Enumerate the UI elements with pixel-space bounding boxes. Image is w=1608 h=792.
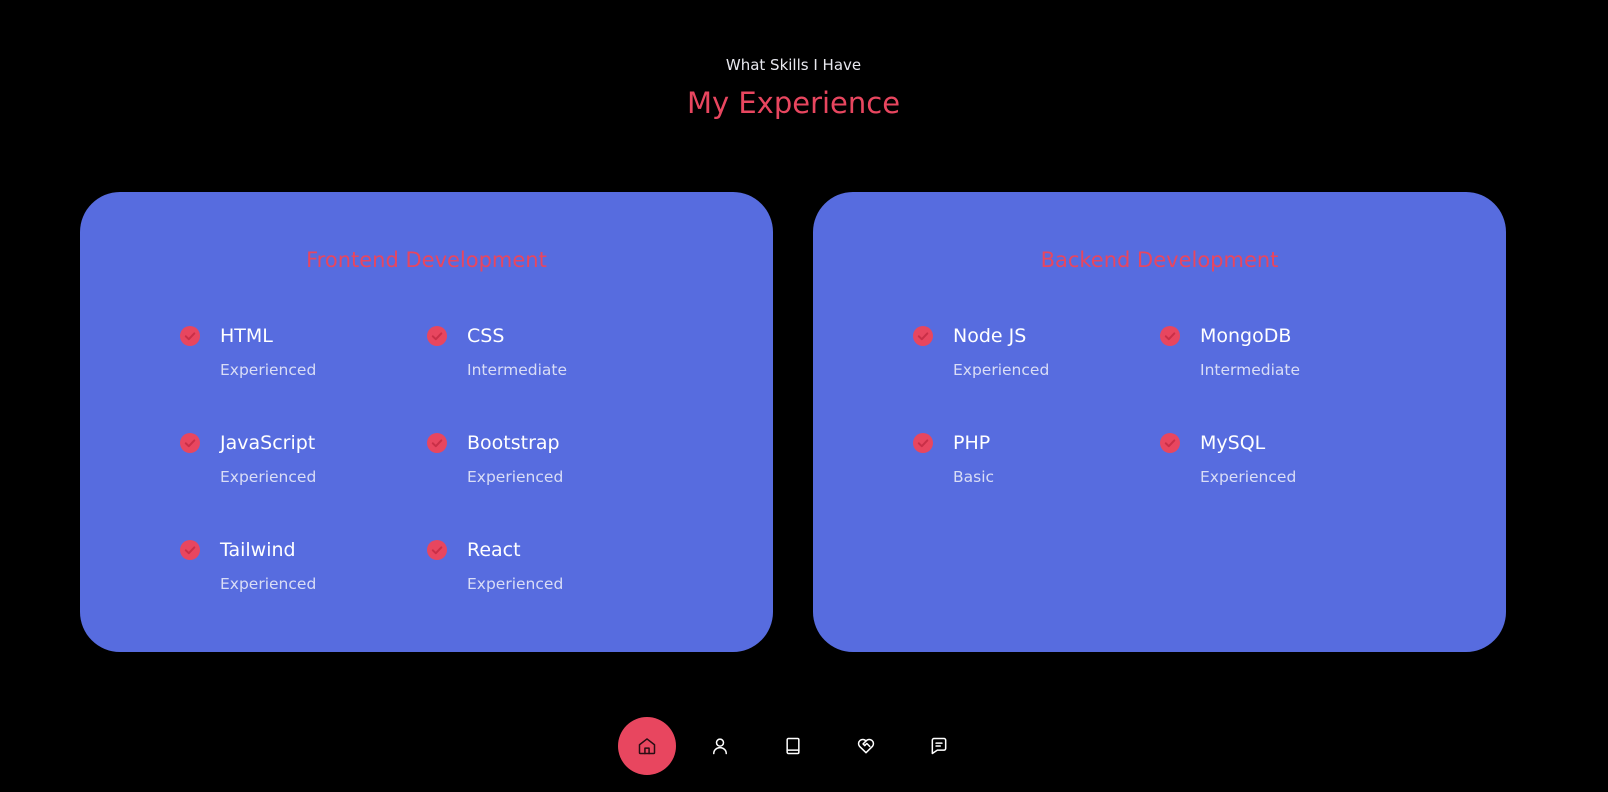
section-subtitle: What Skills I Have [725,56,862,74]
frontend-card: Frontend Development HTML Experienced CS… [80,192,773,652]
frontend-card-title: Frontend Development [306,248,547,272]
bottom-nav [618,717,968,775]
skill-level: Experienced [467,468,564,486]
user-icon [713,738,727,755]
skill-item: PHP Basic [913,432,1160,539]
skill-level: Experienced [1200,468,1297,486]
skill-item: HTML Experienced [180,325,427,432]
skill-level: Intermediate [467,361,568,379]
skill-item: MongoDB Intermediate [1160,325,1407,432]
verified-check-icon [913,326,933,346]
skill-level: Experienced [220,575,317,593]
skill-level: Experienced [467,575,564,593]
skill-name: HTML [220,325,273,347]
nav-contact-button[interactable] [910,717,968,775]
skill-item: MySQL Experienced [1160,432,1407,539]
verified-check-icon [180,326,200,346]
backend-card: Backend Development Node JS Experienced … [813,192,1506,652]
skill-name: Bootstrap [467,432,560,454]
section-title: My Experience [686,86,901,120]
skill-name: Node JS [953,325,1027,347]
skill-name: PHP [953,432,991,454]
skill-item: JavaScript Experienced [180,432,427,539]
skill-name: Tailwind [220,539,296,561]
skill-item: Node JS Experienced [913,325,1160,432]
nav-about-button[interactable] [691,717,749,775]
skill-item: Tailwind Experienced [180,539,427,646]
verified-check-icon [1160,433,1180,453]
skill-level: Basic [953,468,995,486]
verified-check-icon [180,540,200,560]
nav-services-button[interactable] [837,717,895,775]
skill-level: Intermediate [1200,361,1301,379]
skill-name: MongoDB [1200,325,1292,347]
verified-check-icon [1160,326,1180,346]
verified-check-icon [913,433,933,453]
verified-check-icon [427,433,447,453]
skill-name: CSS [467,325,505,347]
skill-level: Experienced [953,361,1050,379]
home-icon [638,738,656,755]
skill-item: React Experienced [427,539,674,646]
skill-name: React [467,539,521,561]
skill-level: Experienced [220,361,317,379]
book-icon [786,737,800,755]
nav-experience-button[interactable] [764,717,822,775]
heart-handshake-icon [857,738,875,754]
verified-check-icon [180,433,200,453]
verified-check-icon [427,540,447,560]
experience-section: What Skills I Have My Experience Fronten… [0,0,1608,792]
skill-name: JavaScript [220,432,316,454]
backend-skills-grid: Node JS Experienced MongoDB Intermediate… [913,325,1407,539]
skill-item: Bootstrap Experienced [427,432,674,539]
skill-level: Experienced [220,468,317,486]
backend-card-title: Backend Development [1040,248,1279,272]
frontend-skills-grid: HTML Experienced CSS Intermediate JavaSc… [180,325,674,646]
message-square-icon [931,737,947,755]
skill-item: CSS Intermediate [427,325,674,432]
nav-home-button[interactable] [618,717,676,775]
verified-check-icon [427,326,447,346]
skill-name: MySQL [1200,432,1266,454]
